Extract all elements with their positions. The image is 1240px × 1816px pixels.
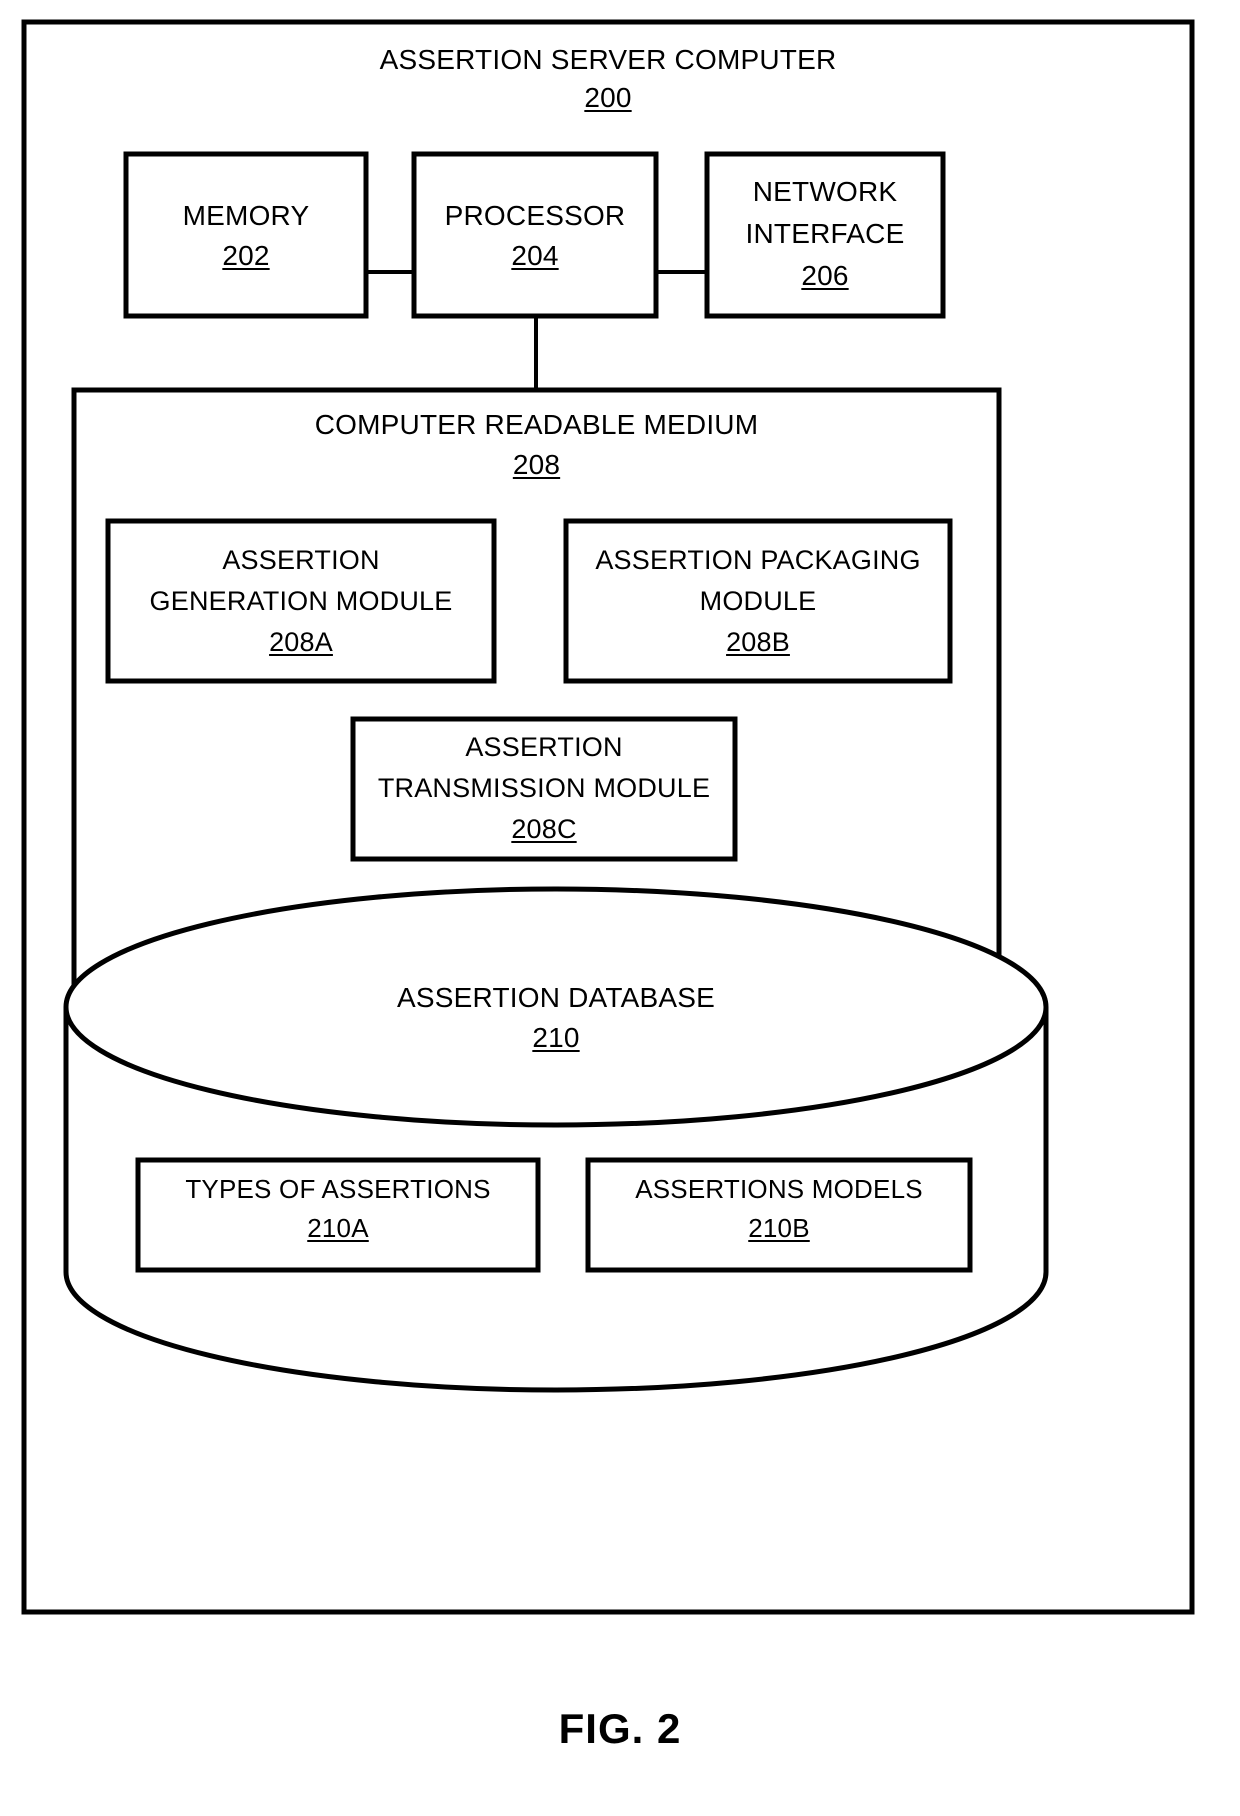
assertion-generation-module-line2: GENERATION MODULE xyxy=(149,586,453,616)
assertion-transmission-module-line1: ASSERTION xyxy=(465,732,623,762)
network-interface-ref-wrap: 206 xyxy=(707,260,943,291)
memory-label-wrap: MEMORY xyxy=(126,200,366,231)
assertion-generation-module-ref-wrap: 208A xyxy=(108,627,494,657)
computer-readable-medium-ref-wrap: 208 xyxy=(74,449,999,480)
assertion-generation-module-ref: 208A xyxy=(269,627,333,657)
assertion-database-label-wrap: ASSERTION DATABASE xyxy=(66,982,1046,1013)
figure-line-art xyxy=(21,19,1195,1615)
assertion-database-label: ASSERTION DATABASE xyxy=(397,982,715,1013)
memory-label: MEMORY xyxy=(182,200,310,231)
assertions-models-ref-wrap: 210B xyxy=(588,1213,970,1243)
computer-readable-medium-label-wrap: COMPUTER READABLE MEDIUM xyxy=(74,409,999,440)
figure-caption-wrap: FIG. 2 xyxy=(0,1705,1240,1753)
memory-ref: 202 xyxy=(222,240,270,271)
patent-figure: ASSERTION SERVER COMPUTER 200 MEMORY 202… xyxy=(0,0,1240,1816)
assertion-database-ref: 210 xyxy=(532,1022,580,1053)
assertion-packaging-module-line1-wrap: ASSERTION PACKAGING xyxy=(566,545,950,575)
processor-box xyxy=(411,151,659,319)
computer-readable-medium-label: COMPUTER READABLE MEDIUM xyxy=(314,409,759,440)
assertion-packaging-module-ref-wrap: 208B xyxy=(566,627,950,657)
assertion-generation-module-line1-wrap: ASSERTION xyxy=(108,545,494,575)
types-of-assertions-ref-wrap: 210A xyxy=(138,1213,538,1243)
page-title: ASSERTION SERVER COMPUTER xyxy=(24,44,1192,75)
assertion-packaging-module-line2-wrap: MODULE xyxy=(566,586,950,616)
computer-readable-medium-ref: 208 xyxy=(512,449,561,480)
types-of-assertions-ref: 210A xyxy=(307,1213,369,1243)
memory-box xyxy=(123,151,369,319)
assertion-transmission-module-ref: 208C xyxy=(511,814,577,844)
types-of-assertions-label: TYPES OF ASSERTIONS xyxy=(185,1174,491,1204)
processor-label-wrap: PROCESSOR xyxy=(414,200,656,231)
processor-label: PROCESSOR xyxy=(444,200,626,231)
assertion-generation-module-line1: ASSERTION xyxy=(222,545,380,575)
assertions-models-label-wrap: ASSERTIONS MODELS xyxy=(588,1174,970,1204)
network-interface-ref: 206 xyxy=(801,260,849,291)
assertion-transmission-module-ref-wrap: 208C xyxy=(353,814,735,844)
assertion-server-computer-ref: 200 xyxy=(584,82,632,113)
assertion-packaging-module-line1: ASSERTION PACKAGING xyxy=(595,545,921,575)
assertion-server-computer-ref-wrap: 200 xyxy=(24,82,1192,113)
assertions-models-ref: 210B xyxy=(748,1213,810,1243)
assertion-server-computer-label: ASSERTION SERVER COMPUTER xyxy=(379,44,837,75)
assertion-generation-module-line2-wrap: GENERATION MODULE xyxy=(108,586,494,616)
network-interface-label-line2: INTERFACE xyxy=(745,218,905,249)
assertion-transmission-module-line2-wrap: TRANSMISSION MODULE xyxy=(353,773,735,803)
figure-caption: FIG. 2 xyxy=(558,1705,682,1752)
processor-ref-wrap: 204 xyxy=(414,240,656,271)
network-interface-label-line1-wrap: NETWORK xyxy=(707,176,943,207)
assertion-packaging-module-line2: MODULE xyxy=(699,586,817,616)
assertion-transmission-module-line1-wrap: ASSERTION xyxy=(353,732,735,762)
assertion-transmission-module-line2: TRANSMISSION MODULE xyxy=(377,773,711,803)
assertion-packaging-module-ref: 208B xyxy=(726,627,790,657)
network-interface-label-line2-wrap: INTERFACE xyxy=(707,218,943,249)
assertions-models-label: ASSERTIONS MODELS xyxy=(635,1174,923,1204)
assertion-database-ref-wrap: 210 xyxy=(66,1022,1046,1053)
processor-ref: 204 xyxy=(511,240,559,271)
network-interface-label-line1: NETWORK xyxy=(752,176,898,207)
types-of-assertions-label-wrap: TYPES OF ASSERTIONS xyxy=(138,1174,538,1204)
memory-ref-wrap: 202 xyxy=(126,240,366,271)
